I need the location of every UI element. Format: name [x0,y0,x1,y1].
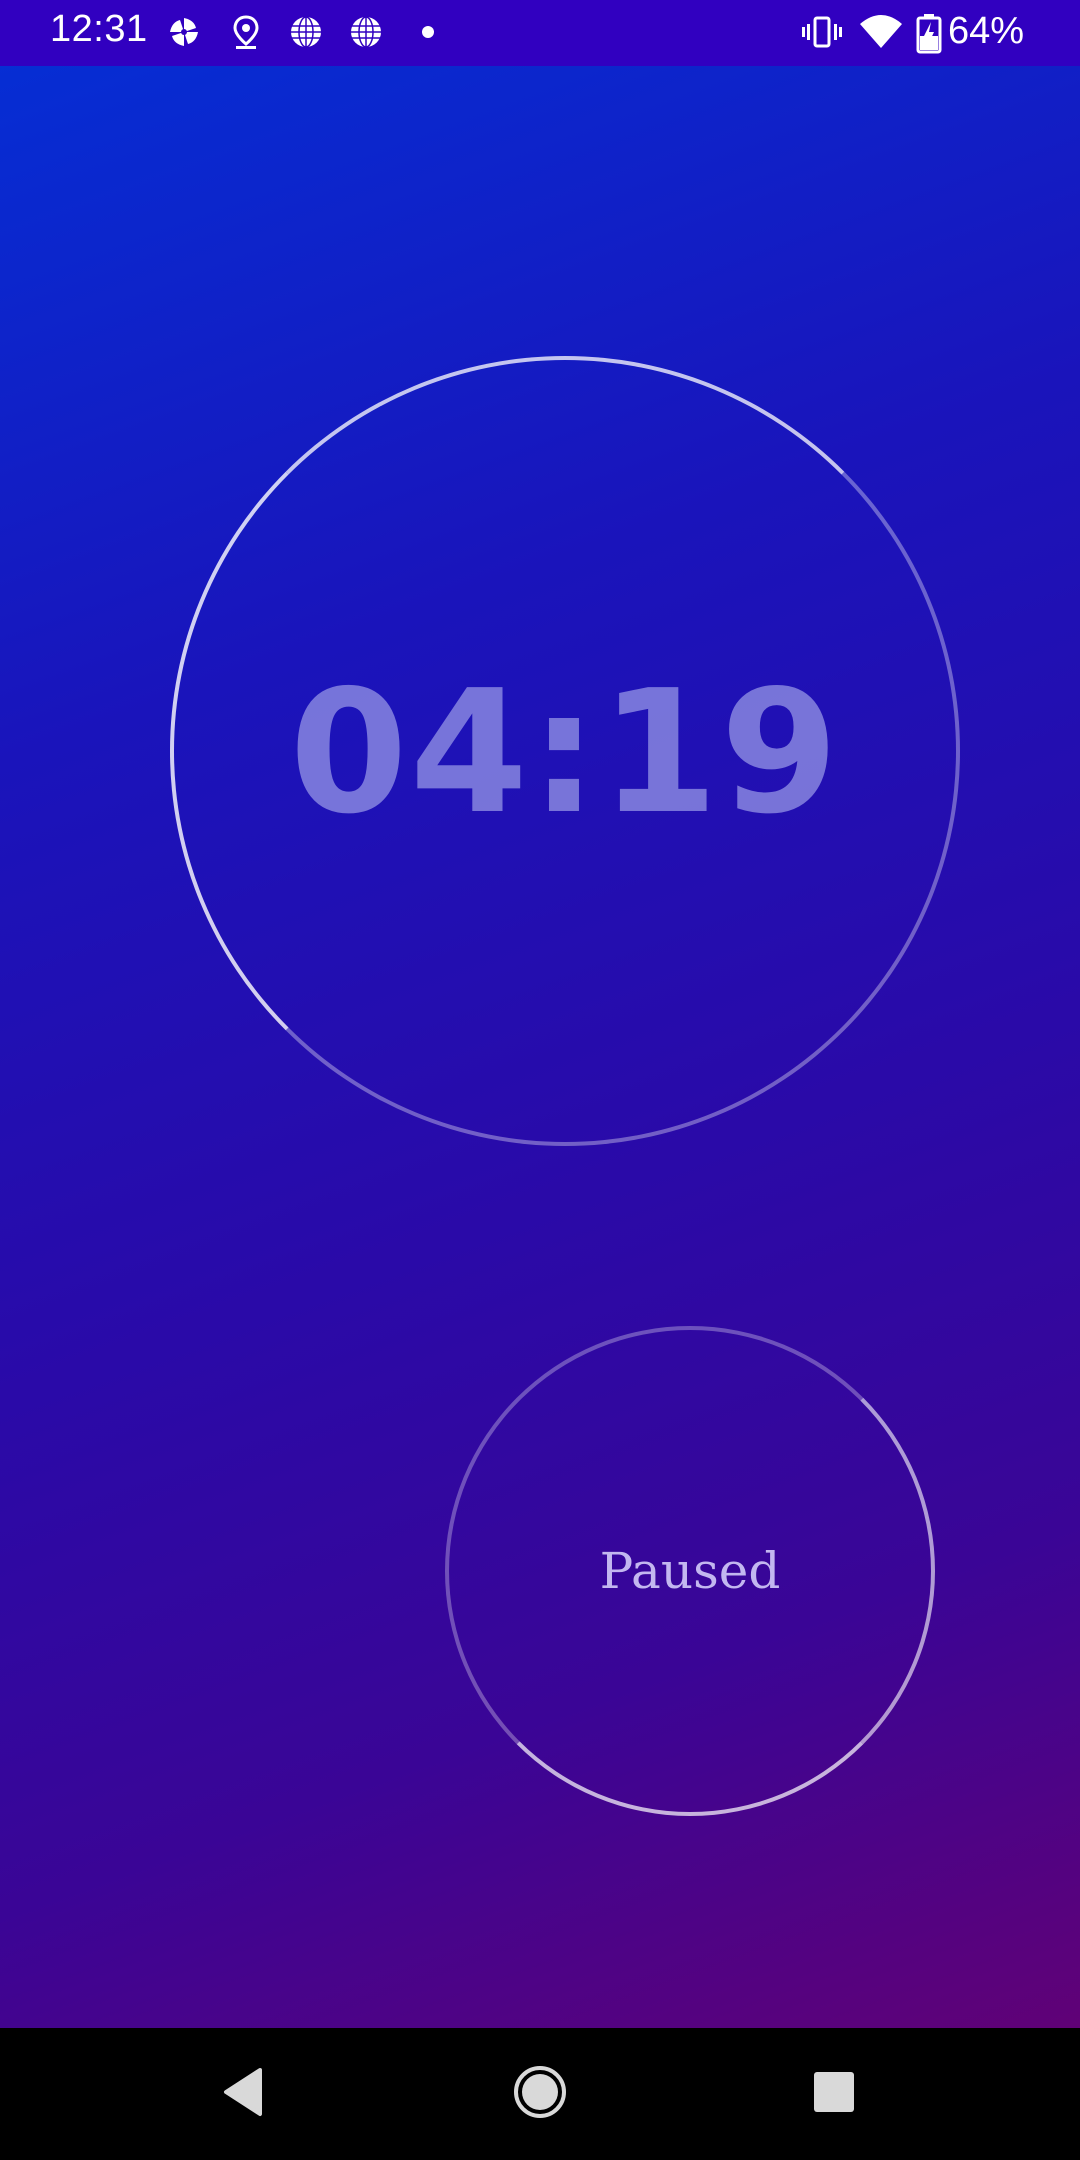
status-time: 12:31 [50,8,148,50]
wifi-icon [858,14,904,50]
battery-percent: 64% [948,10,1025,52]
timer-display: 04:19 [289,654,841,852]
battery-charging-icon [916,14,942,54]
recents-button[interactable] [798,2058,870,2130]
pinwheel-icon [166,14,202,50]
pause-resume-button[interactable]: Paused [445,1326,935,1816]
dot-icon [410,14,446,50]
location-pin-icon [228,14,264,50]
back-triangle-icon [220,2066,268,2123]
home-button[interactable] [504,2058,576,2130]
timer-ring: 04:19 [170,356,960,1146]
home-circle-icon [512,2064,568,2125]
back-button[interactable] [208,2058,280,2130]
vibrate-icon [802,14,842,50]
navigation-bar [0,2028,1080,2160]
app-screen: 12:31 64% 04:19 Paused [0,0,1080,2160]
status-bar: 12:31 64% [0,0,1080,66]
globe-icon [348,14,384,50]
globe-icon [288,14,324,50]
state-label: Paused [599,1542,781,1600]
recents-square-icon [811,2069,857,2120]
